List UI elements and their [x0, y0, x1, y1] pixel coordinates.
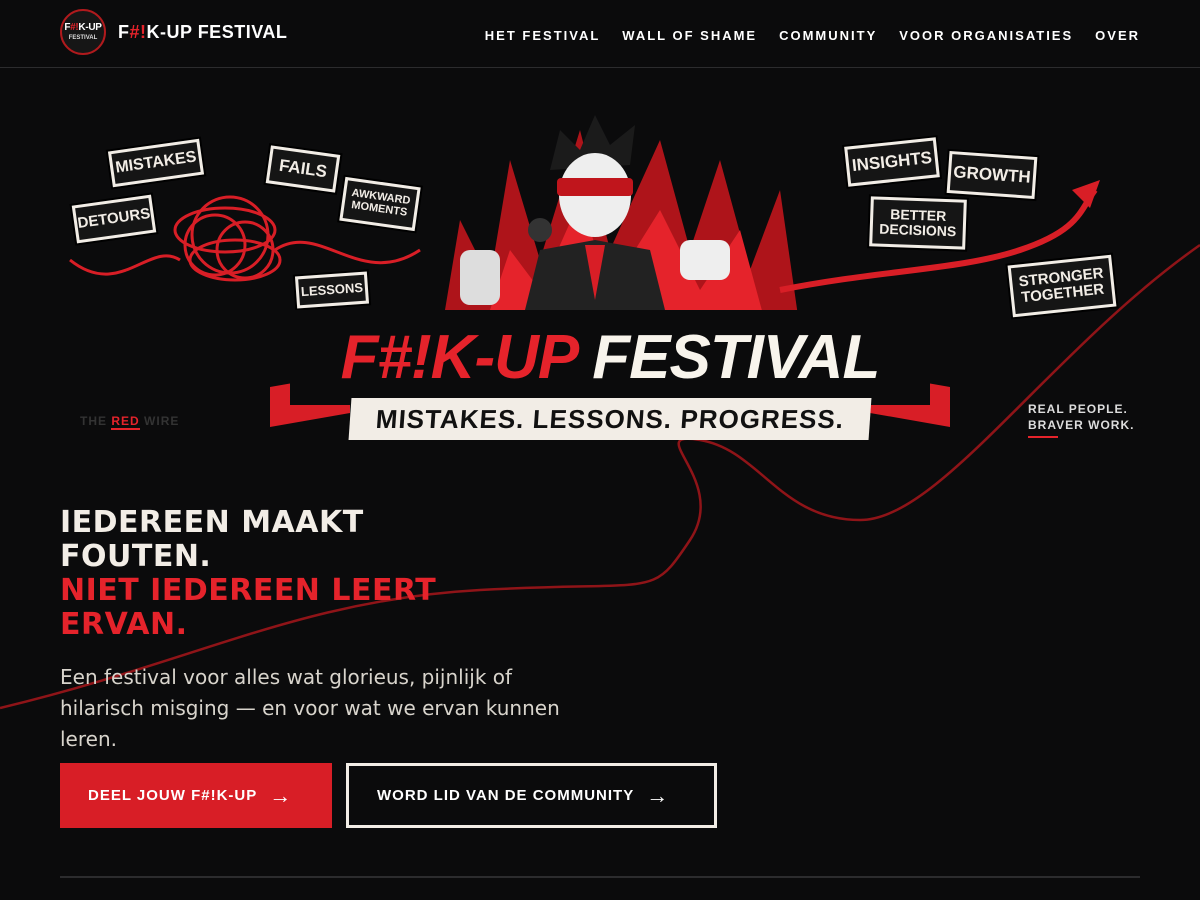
festival-logo: F#!K-UP FESTIVAL	[60, 9, 106, 55]
real-people-tagline: REAL PEOPLE. BRAVER WORK.	[1028, 402, 1134, 439]
arrow-right-icon: →	[646, 782, 670, 808]
share-fuckup-button[interactable]: DEEL JOUW F#!K-UP →	[60, 763, 332, 828]
banner-title: F#!K-UP FESTIVAL	[290, 310, 930, 405]
join-community-label: WORD LID VAN DE COMMUNITY	[377, 787, 635, 804]
sign-lessons: LESSONS	[294, 271, 370, 309]
sign-growth: GROWTH	[946, 150, 1038, 200]
nav-wall-of-shame[interactable]: WALL OF SHAME	[622, 28, 757, 43]
site-header: F#!K-UP FESTIVAL F#!K-UP FESTIVAL HET FE…	[0, 0, 1200, 68]
hero-headline: IEDEREEN MAAKT FOUTEN. NIET IEDEREEN LEE…	[60, 505, 437, 642]
nav-over[interactable]: OVER	[1095, 28, 1140, 43]
sign-better-decisions: BETTER DECISIONS	[869, 196, 967, 250]
nav-community[interactable]: COMMUNITY	[779, 28, 877, 43]
sign-stronger-together: STRONGER TOGETHER	[1007, 254, 1117, 318]
share-fuckup-label: DEEL JOUW F#!K-UP	[88, 787, 258, 804]
join-community-button[interactable]: WORD LID VAN DE COMMUNITY →	[346, 763, 717, 828]
red-wire-tagline: THE RED WIRE	[80, 414, 180, 430]
nav-het-festival[interactable]: HET FESTIVAL	[485, 28, 600, 43]
brand-home-link[interactable]: F#!K-UP FESTIVAL F#!K-UP FESTIVAL	[60, 9, 287, 55]
section-divider	[60, 876, 1140, 878]
hero-subtitle: Een festival voor alles wat glorieus, pi…	[60, 665, 560, 751]
banner-ribbon: MISTAKES. LESSONS. PROGRESS.	[348, 398, 872, 440]
brand-name: F#!K-UP FESTIVAL	[118, 21, 288, 42]
arrow-right-icon: →	[269, 782, 293, 808]
nav-voor-organisaties[interactable]: VOOR ORGANISATIES	[899, 28, 1073, 43]
banner-title-block: F#!K-UP FESTIVAL MISTAKES. LESSONS. PROGR…	[270, 310, 950, 440]
main-nav: HET FESTIVAL WALL OF SHAME COMMUNITY VOO…	[485, 28, 1140, 43]
hero-banner-artwork: MISTAKES DETOURS FAILS AWKWARD MOMENTS L…	[60, 100, 1140, 470]
